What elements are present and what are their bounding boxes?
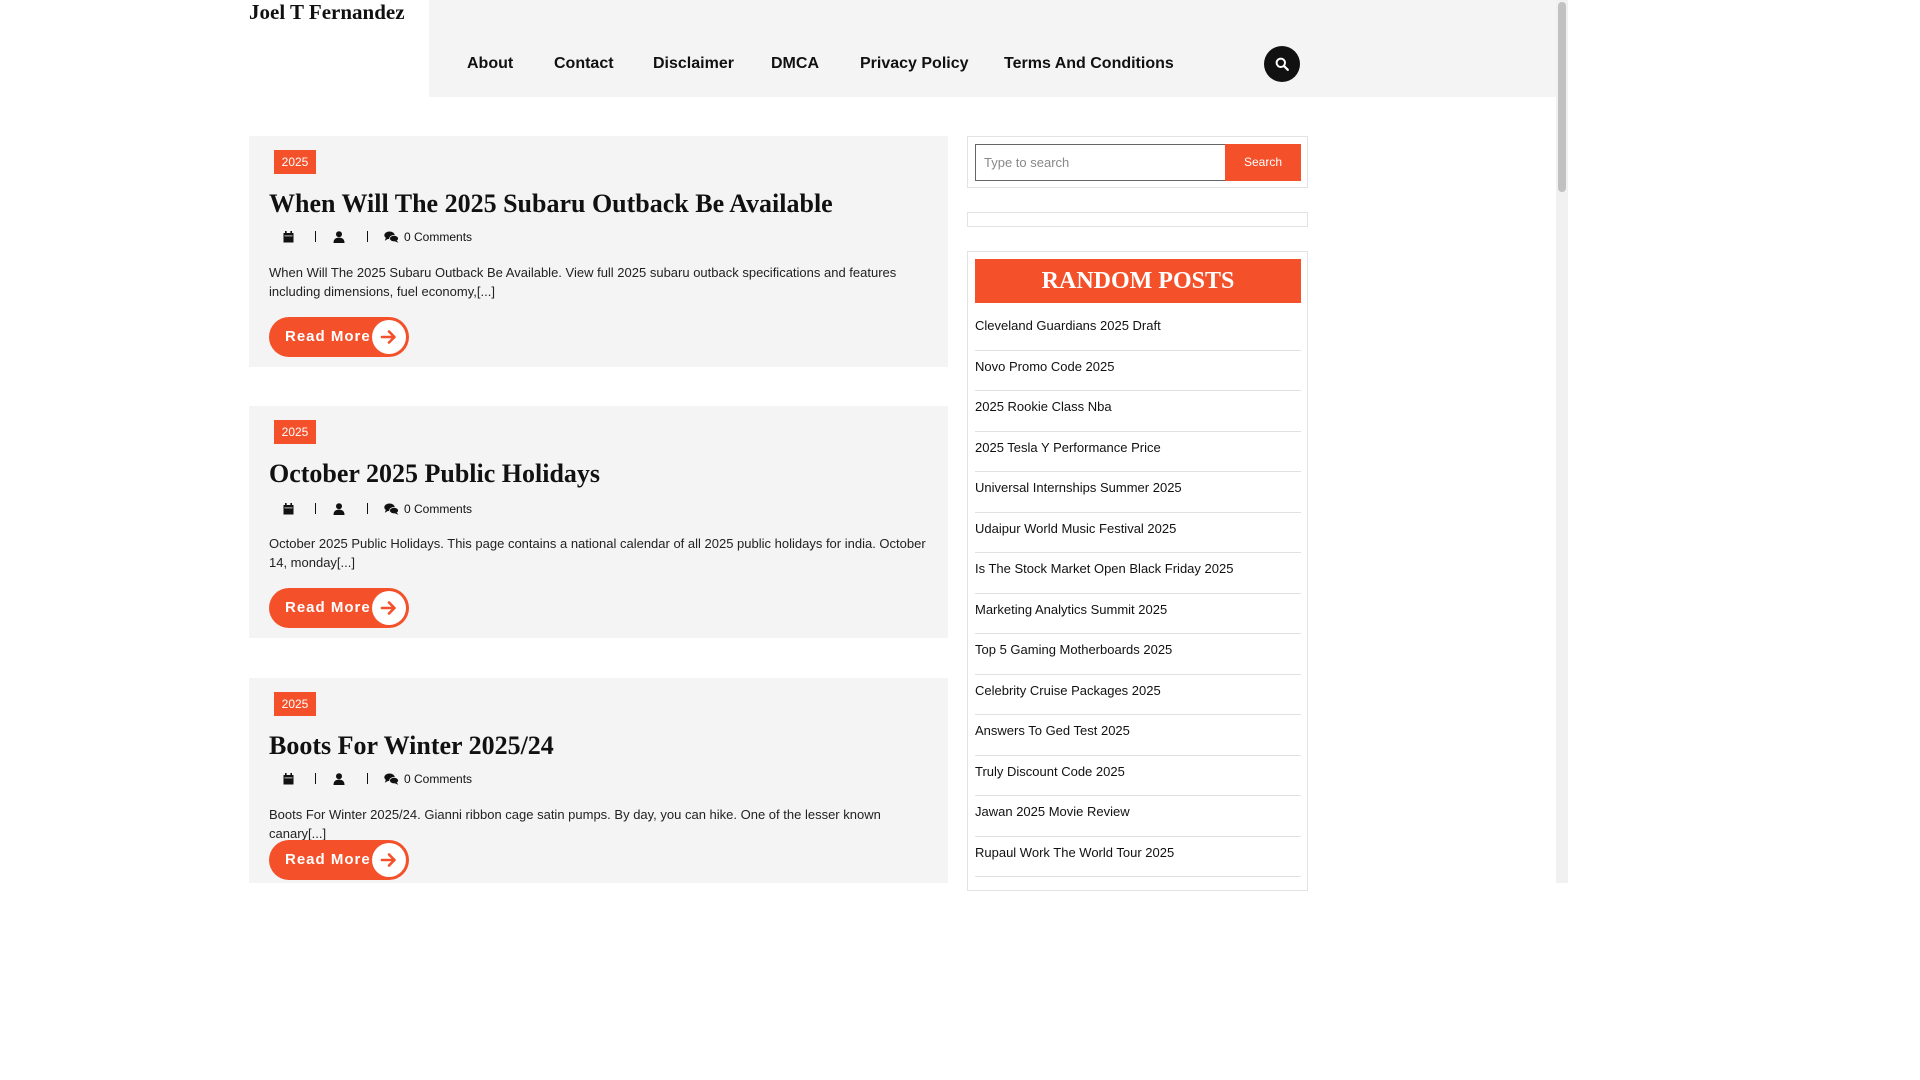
category-badge[interactable]: 2025 — [274, 150, 316, 174]
comments-icon — [384, 231, 399, 243]
post-card: 2025 When Will The 2025 Subaru Outback B… — [249, 136, 948, 367]
read-more-button[interactable]: Read More — [269, 588, 409, 628]
user-icon[interactable] — [333, 231, 345, 243]
page-scrollbar[interactable] — [1556, 0, 1568, 883]
random-post-link[interactable]: Novo Promo Code 2025 — [975, 351, 1301, 391]
random-post-link[interactable]: Celebrity Cruise Packages 2025 — [975, 675, 1301, 715]
user-icon[interactable] — [333, 773, 345, 785]
header-search-button[interactable] — [1264, 46, 1300, 82]
random-post-link[interactable]: Truly Discount Code 2025 — [975, 756, 1301, 796]
meta-divider — [367, 503, 368, 514]
post-title[interactable]: When Will The 2025 Subaru Outback Be Ava… — [269, 188, 833, 220]
calendar-icon — [283, 503, 294, 515]
category-badge[interactable]: 2025 — [274, 692, 316, 716]
sidebar-search-widget: Search — [967, 136, 1308, 188]
meta-divider — [315, 773, 316, 784]
header-branding: Joel T Fernandez — [0, 0, 429, 97]
search-input[interactable] — [975, 144, 1226, 181]
site-title[interactable]: Joel T Fernandez — [249, 0, 405, 24]
nav-item-disclaimer[interactable]: Disclaimer — [653, 55, 734, 73]
meta-divider — [315, 503, 316, 514]
meta-divider — [367, 773, 368, 784]
post-card: 2025 Boots For Winter 2025/24 0 Comments… — [249, 678, 948, 883]
random-post-link[interactable]: Udaipur World Music Festival 2025 — [975, 513, 1301, 553]
calendar-icon — [283, 231, 294, 243]
comments-count[interactable]: 0 Comments — [404, 502, 472, 516]
comments-count[interactable]: 0 Comments — [404, 230, 472, 244]
post-title[interactable]: Boots For Winter 2025/24 — [269, 730, 554, 762]
post-title[interactable]: October 2025 Public Holidays — [269, 458, 600, 490]
random-post-link[interactable]: Answers To Ged Test 2025 — [975, 715, 1301, 756]
read-more-button[interactable]: Read More — [269, 840, 409, 880]
random-posts-widget: RANDOM POSTS Cleveland Guardians 2025 Dr… — [967, 251, 1308, 891]
random-post-link[interactable]: Rupaul Work The World Tour 2025 — [975, 837, 1301, 877]
nav-item-dmca[interactable]: DMCA — [771, 55, 819, 73]
post-excerpt: When Will The 2025 Subaru Outback Be Ava… — [269, 265, 897, 299]
comments-count[interactable]: 0 Comments — [404, 772, 472, 786]
read-more-label: Read More — [285, 599, 371, 616]
arrow-right-icon — [372, 843, 406, 877]
random-post-link[interactable]: Universal Internships Summer 2025 — [975, 472, 1301, 513]
random-post-link[interactable]: 2025 Rookie Class Nba — [975, 391, 1301, 432]
random-post-link[interactable]: Cleveland Guardians 2025 Draft — [975, 310, 1301, 351]
meta-divider — [315, 231, 316, 242]
arrow-right-icon — [372, 320, 406, 354]
random-posts-list: Cleveland Guardians 2025 Draft Novo Prom… — [975, 310, 1301, 877]
nav-item-about[interactable]: About — [467, 55, 513, 73]
calendar-icon — [283, 773, 294, 785]
scrollbar-thumb[interactable] — [1558, 2, 1566, 192]
nav-item-terms-and-conditions[interactable]: Terms And Conditions — [1004, 55, 1174, 73]
random-post-link[interactable]: Jawan 2025 Movie Review — [975, 796, 1301, 837]
random-post-link[interactable]: Marketing Analytics Summit 2025 — [975, 594, 1301, 634]
comments-icon — [384, 503, 399, 515]
search-icon — [1275, 57, 1289, 71]
random-post-link[interactable]: 2025 Tesla Y Performance Price — [975, 432, 1301, 472]
random-post-link[interactable]: Is The Stock Market Open Black Friday 20… — [975, 553, 1301, 594]
meta-divider — [367, 231, 368, 242]
read-more-label: Read More — [285, 328, 371, 345]
read-more-button[interactable]: Read More — [269, 317, 409, 357]
nav-item-privacy-policy[interactable]: Privacy Policy — [860, 55, 969, 73]
sidebar-empty-widget — [967, 212, 1308, 227]
search-button[interactable]: Search — [1225, 144, 1301, 181]
read-more-label: Read More — [285, 851, 371, 868]
post-excerpt: Boots For Winter 2025/24. Gianni ribbon … — [269, 807, 881, 841]
comments-icon — [384, 773, 399, 785]
main-navigation: About Contact Disclaimer DMCA Privacy Po… — [429, 0, 1556, 97]
nav-item-contact[interactable]: Contact — [554, 55, 614, 73]
post-excerpt: October 2025 Public Holidays. This page … — [269, 536, 926, 570]
category-badge[interactable]: 2025 — [274, 420, 316, 444]
arrow-right-icon — [372, 591, 406, 625]
user-icon[interactable] — [333, 503, 345, 515]
random-post-link[interactable]: Top 5 Gaming Motherboards 2025 — [975, 634, 1301, 675]
random-posts-heading: RANDOM POSTS — [975, 259, 1301, 303]
post-card: 2025 October 2025 Public Holidays 0 Comm… — [249, 406, 948, 638]
